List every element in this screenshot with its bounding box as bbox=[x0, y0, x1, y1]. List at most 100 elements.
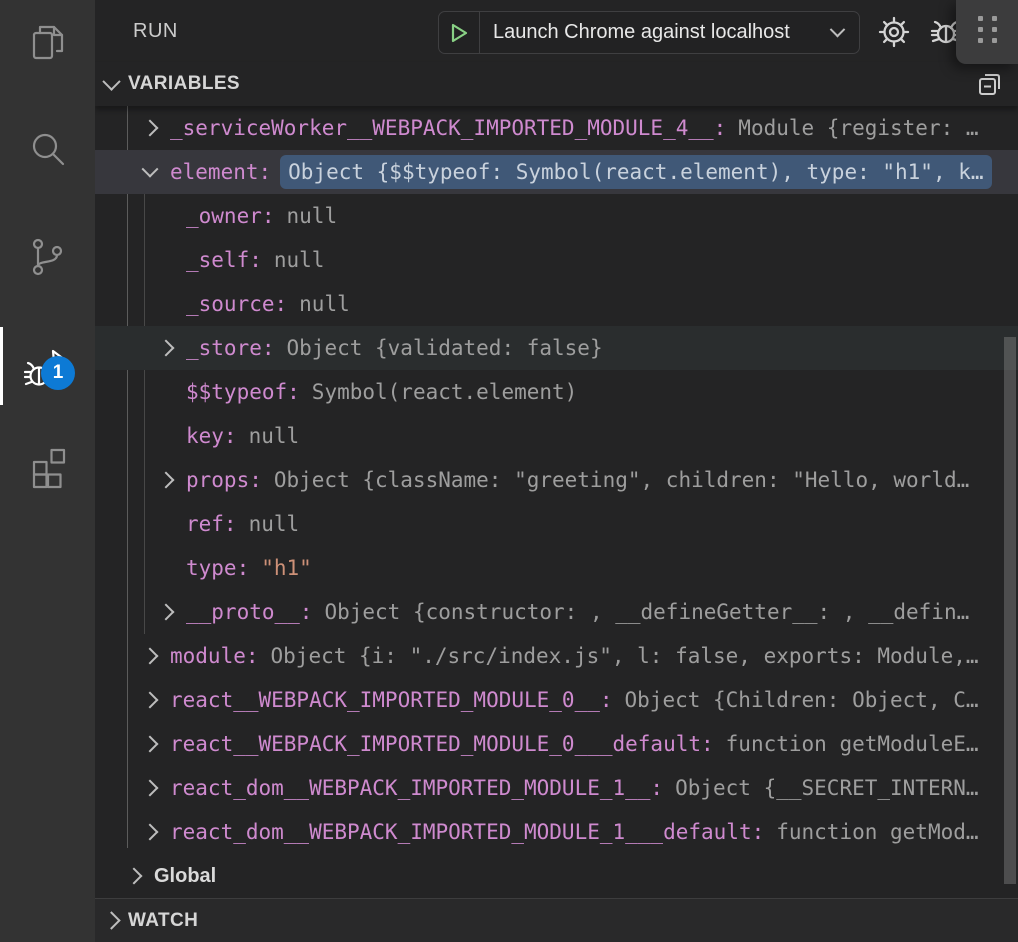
start-debugging-button[interactable] bbox=[439, 12, 480, 53]
variables-pane-header[interactable]: VARIABLES bbox=[95, 62, 1018, 106]
files-icon bbox=[24, 19, 72, 67]
twisty[interactable] bbox=[153, 210, 179, 222]
sidebar-item-source-control[interactable] bbox=[0, 214, 95, 300]
variable-row[interactable]: type: "h1" bbox=[95, 546, 1018, 590]
twisty[interactable] bbox=[153, 474, 179, 486]
debug-toolbar: RUN Launch Chrome against localhost bbox=[95, 0, 1018, 62]
grip-dots-icon bbox=[978, 16, 997, 43]
variables-pane-title: VARIABLES bbox=[128, 73, 240, 95]
twisty[interactable] bbox=[153, 606, 179, 618]
variable-name: module: bbox=[170, 644, 259, 668]
twisty[interactable] bbox=[137, 122, 163, 134]
variable-name: _serviceWorker__WEBPACK_IMPORTED_MODULE_… bbox=[170, 116, 726, 140]
variable-value: Object {$$typeof: Symbol(react.element),… bbox=[280, 155, 991, 189]
variable-row[interactable]: $$typeof: Symbol(react.element) bbox=[95, 370, 1018, 414]
variable-value: Object {validated: false} bbox=[287, 336, 603, 360]
debug-side-panel: RUN Launch Chrome against localhost bbox=[95, 0, 1018, 942]
variable-name: react_dom__WEBPACK_IMPORTED_MODULE_1__: bbox=[170, 776, 663, 800]
twisty[interactable] bbox=[153, 430, 179, 442]
scrollbar-thumb[interactable] bbox=[1004, 337, 1016, 884]
source-control-icon bbox=[24, 233, 72, 281]
debug-badge: 1 bbox=[41, 356, 75, 390]
variable-row[interactable]: key: null bbox=[95, 414, 1018, 458]
drag-handle-overlay[interactable] bbox=[956, 0, 1018, 64]
variable-value: null bbox=[287, 204, 338, 228]
variable-row[interactable]: react_dom__WEBPACK_IMPORTED_MODULE_1___d… bbox=[95, 810, 1018, 854]
variable-value: null bbox=[249, 424, 300, 448]
variable-name: _store: bbox=[186, 336, 275, 360]
variable-row[interactable]: Global bbox=[95, 854, 1018, 898]
twisty[interactable] bbox=[153, 298, 179, 310]
panel-title: RUN bbox=[133, 0, 178, 62]
chevron-icon bbox=[142, 692, 159, 709]
twisty[interactable] bbox=[153, 342, 179, 354]
twisty[interactable] bbox=[137, 738, 163, 750]
twisty[interactable] bbox=[153, 254, 179, 266]
gear-icon bbox=[876, 14, 912, 50]
variable-value: null bbox=[274, 248, 325, 272]
variable-value: null bbox=[249, 512, 300, 536]
variable-value: Object {i: "./src/index.js", l: false, e… bbox=[271, 644, 979, 668]
launch-configuration-select[interactable]: Launch Chrome against localhost bbox=[438, 11, 860, 54]
chevron-icon bbox=[142, 736, 159, 753]
variable-value: null bbox=[299, 292, 350, 316]
chevron-icon bbox=[126, 868, 143, 885]
chevron-down-icon bbox=[102, 72, 120, 90]
variable-row[interactable]: _source: null bbox=[95, 282, 1018, 326]
twisty[interactable] bbox=[121, 870, 147, 882]
chevron-icon bbox=[142, 824, 159, 841]
chevron-icon bbox=[142, 780, 159, 797]
variable-row[interactable]: react__WEBPACK_IMPORTED_MODULE_0___defau… bbox=[95, 722, 1018, 766]
variable-name: __proto__: bbox=[186, 600, 312, 624]
sidebar-item-search[interactable] bbox=[0, 107, 95, 193]
sidebar-item-explorer[interactable] bbox=[0, 0, 95, 86]
search-icon bbox=[24, 126, 72, 174]
variable-row[interactable]: _owner: null bbox=[95, 194, 1018, 238]
variable-name: props: bbox=[186, 468, 262, 492]
chevron-icon bbox=[142, 120, 159, 137]
twisty[interactable] bbox=[137, 694, 163, 706]
variable-row[interactable]: element: Object {$$typeof: Symbol(react.… bbox=[95, 150, 1018, 194]
variable-row[interactable]: _serviceWorker__WEBPACK_IMPORTED_MODULE_… bbox=[95, 106, 1018, 150]
variable-name: _source: bbox=[186, 292, 287, 316]
collapse-all-icon bbox=[976, 71, 1003, 98]
watch-pane-header[interactable]: WATCH bbox=[95, 898, 1018, 942]
variable-name: type: bbox=[186, 556, 249, 580]
variable-name: ref: bbox=[186, 512, 237, 536]
chevron-icon bbox=[158, 472, 175, 489]
variable-name: react__WEBPACK_IMPORTED_MODULE_0___defau… bbox=[170, 732, 714, 756]
twisty[interactable] bbox=[137, 826, 163, 838]
variable-row[interactable]: ref: null bbox=[95, 502, 1018, 546]
twisty[interactable] bbox=[137, 166, 163, 178]
twisty[interactable] bbox=[153, 518, 179, 530]
chevron-icon bbox=[158, 340, 175, 357]
vscode-debug-sidebar: 1 RUN Launch Chrome against localhost bbox=[0, 0, 1018, 942]
twisty[interactable] bbox=[153, 386, 179, 398]
variable-value: function getModuleE… bbox=[726, 732, 979, 756]
launch-configuration-label: Launch Chrome against localhost bbox=[493, 21, 832, 44]
variable-value: Object {__SECRET_INTERN… bbox=[675, 776, 978, 800]
chevron-icon bbox=[142, 161, 159, 178]
open-launch-json-button[interactable] bbox=[876, 14, 912, 50]
twisty[interactable] bbox=[137, 782, 163, 794]
twisty[interactable] bbox=[137, 650, 163, 662]
variable-name: $$typeof: bbox=[186, 380, 300, 404]
variable-row[interactable]: _store: Object {validated: false} bbox=[95, 326, 1018, 370]
sidebar-item-run-debug[interactable]: 1 bbox=[0, 323, 95, 409]
variable-row[interactable]: __proto__: Object {constructor: , __defi… bbox=[95, 590, 1018, 634]
variable-row[interactable]: react__WEBPACK_IMPORTED_MODULE_0__: Obje… bbox=[95, 678, 1018, 722]
variable-name: react_dom__WEBPACK_IMPORTED_MODULE_1___d… bbox=[170, 820, 764, 844]
sidebar-item-extensions[interactable] bbox=[0, 423, 95, 509]
variable-value: Object {className: "greeting", children:… bbox=[274, 468, 969, 492]
variable-row[interactable]: _self: null bbox=[95, 238, 1018, 282]
variable-value: "h1" bbox=[261, 556, 312, 580]
variable-row[interactable]: module: Object {i: "./src/index.js", l: … bbox=[95, 634, 1018, 678]
twisty[interactable] bbox=[153, 562, 179, 574]
variable-row[interactable]: props: Object {className: "greeting", ch… bbox=[95, 458, 1018, 502]
collapse-all-button[interactable] bbox=[975, 70, 1003, 98]
activity-bar: 1 bbox=[0, 0, 95, 942]
variable-name: react__WEBPACK_IMPORTED_MODULE_0__: bbox=[170, 688, 613, 712]
chevron-down-icon bbox=[830, 22, 846, 38]
variable-name: key: bbox=[186, 424, 237, 448]
variable-row[interactable]: react_dom__WEBPACK_IMPORTED_MODULE_1__: … bbox=[95, 766, 1018, 810]
